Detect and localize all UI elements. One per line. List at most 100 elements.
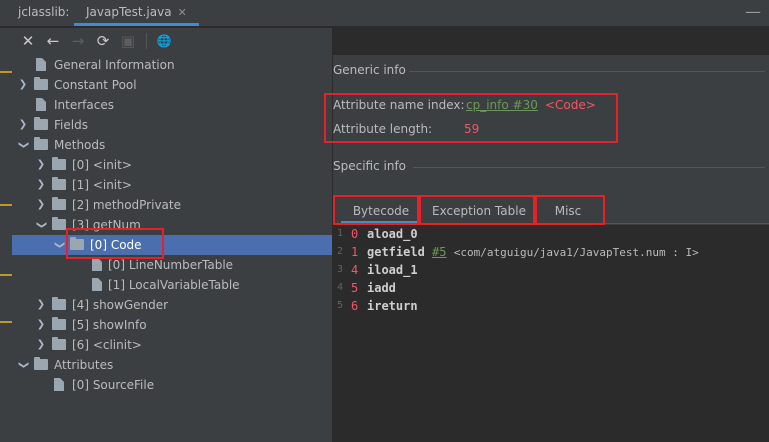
folder-icon [52,217,66,230]
close-icon[interactable]: ✕ [18,31,38,51]
gutter-marker [0,71,12,73]
bytecode-instruction: getfield #5 <com/atguigu/java1/JavapTest… [367,243,699,262]
chevron-right-icon[interactable]: ❯ [36,315,46,335]
file-icon [92,278,102,291]
save-icon[interactable]: ▣ [118,31,138,51]
folder-icon [34,357,48,370]
bytecode-offset: 1 [351,245,359,259]
tree-item-constant-pool[interactable]: ❯ Constant Pool [12,75,332,95]
chevron-down-icon[interactable]: ❯ [13,140,33,150]
tree-item-label: Attributes [54,358,114,372]
line-number: 4 [337,282,344,293]
detail-panel: Generic info Attribute name index: cp_in… [324,55,769,442]
tree-item-label: [0] SourceFile [72,378,155,392]
tree-item-method-0[interactable]: ❯ [0] <init> [12,155,332,175]
chevron-right-icon[interactable]: ❯ [18,75,28,95]
gutter-marker [0,204,12,206]
annotation-box-exception-tab [419,195,535,225]
tree-item-method-5[interactable]: ❯ [5] showInfo [12,315,332,335]
refresh-icon[interactable]: ⟳ [93,31,113,51]
tree-item-general-information[interactable]: General Information [12,55,332,75]
tree-item-label: [0] <init> [72,158,132,172]
constant-pool-ref-link[interactable]: #5 [432,245,446,259]
chevron-right-icon[interactable]: ❯ [36,155,46,175]
folder-icon [52,317,66,330]
folder-icon [52,177,66,190]
tool-window-header: jclasslib: JavapTest.java ✕ — [0,0,769,27]
minimize-icon[interactable]: — [745,2,761,21]
bytecode-comment: <com/atguigu/java1/JavapTest.num : I> [453,246,699,259]
chevron-down-icon[interactable]: ❯ [13,360,33,370]
specific-info-title: Specific info [333,159,407,173]
tree-item-label: Methods [54,138,106,152]
file-tab[interactable]: JavapTest.java ✕ [74,0,199,26]
bytecode-offset: 4 [351,263,359,277]
folder-icon [52,337,66,350]
annotation-box-code [66,228,164,259]
tree-item-attributes[interactable]: ❯ Attributes [12,355,332,375]
annotation-box-misc-tab [535,195,605,225]
section-divider [413,167,765,168]
folder-icon [52,297,66,310]
folder-icon [52,197,66,210]
tree-item-local-variable-table[interactable]: [1] LocalVariableTable [12,275,332,295]
tree-item-label: [2] methodPrivate [72,198,181,212]
folder-icon [34,137,48,150]
chevron-down-icon[interactable]: ❯ [31,220,51,230]
chevron-right-icon[interactable]: ❯ [36,295,46,315]
close-tab-icon[interactable]: ✕ [178,6,187,19]
chevron-right-icon[interactable]: ❯ [36,175,46,195]
bytecode-opcode: ireturn [367,299,418,313]
section-divider [409,71,765,72]
file-icon [36,98,46,111]
line-number: 3 [337,264,344,275]
tree-item-method-2[interactable]: ❯ [2] methodPrivate [12,195,332,215]
tree-item-label: Constant Pool [54,78,137,92]
tree-item-interfaces[interactable]: Interfaces [12,95,332,115]
annotation-box-attributes [324,93,618,143]
tree-item-method-1[interactable]: ❯ [1] <init> [12,175,332,195]
folder-icon [52,157,66,170]
tree-item-label: [5] showInfo [72,318,147,332]
generic-info-title: Generic info [333,63,406,77]
annotation-box-bytecode-tab [333,195,419,225]
tree-item-label: General Information [54,58,175,72]
tree-item-label: Interfaces [54,98,114,112]
tree-item-fields[interactable]: ❯ Fields [12,115,332,135]
back-arrow-icon[interactable]: ← [43,31,63,51]
class-structure-tree: General Information ❯ Constant Pool Inte… [12,55,332,442]
bytecode-opcode: getfield [367,245,425,259]
chevron-right-icon[interactable]: ❯ [18,115,28,135]
toolbar: ✕ ← → ⟳ ▣ 🌐 [12,28,332,55]
tree-item-method-3[interactable]: ❯ [3] getNum [12,215,332,235]
tree-item-source-file[interactable]: [0] SourceFile [12,375,332,395]
tree-item-methods[interactable]: ❯ Methods [12,135,332,155]
bytecode-opcode: aload_0 [367,227,418,241]
tree-item-label: [1] <init> [72,178,132,192]
tree-item-label: [6] <clinit> [72,338,142,352]
toolbar-separator [146,33,147,49]
bytecode-offset: 5 [351,281,359,295]
tree-item-line-number-table[interactable]: [0] LineNumberTable [12,255,332,275]
forward-arrow-icon[interactable]: → [68,31,88,51]
file-icon [36,58,46,71]
tool-window-title: jclasslib: [18,5,70,19]
line-number: 1 [337,228,344,239]
chevron-right-icon[interactable]: ❯ [36,335,46,355]
tree-item-method-6[interactable]: ❯ [6] <clinit> [12,335,332,355]
bytecode-opcode: iadd [367,281,396,295]
gutter-marker [0,321,12,323]
web-globe-icon[interactable]: 🌐 [154,31,174,51]
file-icon [54,378,64,391]
tree-item-code[interactable]: ❯ [0] Code [12,235,332,255]
bytecode-offset: 0 [351,227,359,241]
line-number: 5 [337,300,344,311]
gutter-strip [0,28,12,442]
tree-item-label: [1] LocalVariableTable [108,278,240,292]
bytecode-opcode: iload_1 [367,263,418,277]
bytecode-offset: 6 [351,299,359,313]
tree-item-method-4[interactable]: ❯ [4] showGender [12,295,332,315]
gutter-marker [0,274,12,276]
bytecode-view: 1 0 aload_0 2 1 getfield #5 <com/atguigu… [333,225,769,442]
chevron-right-icon[interactable]: ❯ [36,195,46,215]
